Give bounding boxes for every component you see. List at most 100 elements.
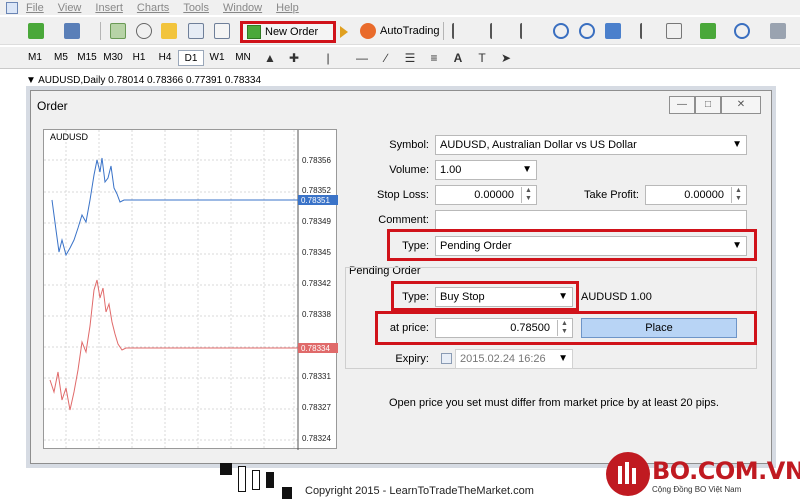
text-label-icon[interactable]: T (472, 51, 492, 65)
take-profit-stepper[interactable]: ▲ ▼ (731, 187, 745, 203)
autotrading-button[interactable]: AutoTrading (360, 23, 440, 39)
price-label: 0.78356 (302, 156, 331, 165)
navigator-icon[interactable] (161, 23, 177, 39)
arrows-tool-icon[interactable]: ➤ (496, 51, 516, 65)
line-chart-icon[interactable] (520, 23, 536, 39)
menu-tools[interactable]: Tools (183, 2, 209, 14)
expert-arrow-icon (340, 26, 348, 38)
menu-file[interactable]: File (26, 2, 44, 14)
price-label: 0.78345 (302, 248, 331, 257)
order-type-select[interactable]: Pending Order ▼ (435, 236, 747, 256)
volume-label: Volume: (389, 164, 429, 176)
place-button[interactable]: Place (581, 318, 737, 338)
pending-type-select[interactable]: Buy Stop ▼ (435, 287, 573, 307)
trendline-icon[interactable]: ∕ (376, 51, 396, 65)
close-button[interactable]: ✕ (721, 96, 761, 114)
timeframe-w1[interactable]: W1 (204, 50, 230, 66)
type-label: Type: (402, 240, 429, 252)
chevron-down-icon: ▼ (522, 164, 532, 175)
market-watch-icon[interactable] (110, 23, 126, 39)
new-order-label: New Order (265, 26, 319, 38)
at-price-stepper[interactable]: ▲ ▼ (557, 320, 571, 336)
expiry-datetime-picker[interactable]: 2015.02.24 16:26 ▼ (455, 349, 573, 369)
grid-lines (44, 130, 298, 450)
price-label: 0.78324 (302, 434, 331, 443)
candlestick-icon[interactable] (490, 23, 506, 39)
new-order-icon (247, 25, 261, 39)
chevron-down-icon: ▼ (732, 240, 742, 251)
price-label: 0.78342 (302, 279, 331, 288)
cursor-icon[interactable]: ▲ (260, 51, 280, 65)
timeframe-toolbar: M1 M5 M15 M30 H1 H4 D1 W1 MN ▲ ✚ | — ∕ ☰… (0, 47, 800, 69)
timeframe-h1[interactable]: H1 (126, 50, 152, 66)
indicators-icon[interactable] (700, 23, 716, 39)
menu-window[interactable]: Window (223, 2, 262, 14)
expiry-value: 2015.02.24 16:26 (460, 353, 546, 365)
comment-input[interactable] (435, 210, 747, 230)
maximize-button[interactable]: □ (695, 96, 721, 114)
crosshair-move-icon[interactable] (136, 23, 152, 39)
candle (220, 463, 232, 475)
take-profit-value: 0.00000 (684, 189, 724, 201)
stop-loss-stepper[interactable]: ▲ ▼ (521, 187, 535, 203)
app-icon (6, 1, 18, 14)
timeframe-m5[interactable]: M5 (48, 50, 74, 66)
terminal-icon[interactable] (188, 23, 204, 39)
pending-symbol-text: AUDUSD 1.00 (581, 291, 652, 303)
stop-loss-value: 0.00000 (474, 189, 514, 201)
volume-select[interactable]: 1.00 ▼ (435, 160, 537, 180)
bid-price-tag-text: 0.78334 (301, 344, 330, 353)
periods-clock-icon[interactable] (734, 23, 750, 39)
brand-name: BO.COM.VN (652, 457, 800, 485)
tile-windows-icon[interactable] (605, 23, 621, 39)
new-chart-icon[interactable] (28, 23, 44, 39)
timeframe-d1[interactable]: D1 (178, 49, 204, 66)
fibonacci-icon[interactable]: ≡ (424, 51, 444, 65)
expiry-label: Expiry: (395, 353, 429, 365)
menu-charts[interactable]: Charts (137, 2, 169, 14)
chart-shift-icon[interactable] (640, 23, 656, 39)
bid-line (49, 279, 298, 411)
stop-loss-input[interactable]: 0.00000 ▲ ▼ (435, 185, 537, 205)
chart-header: ▼ AUDUSD,Daily 0.78014 0.78366 0.77391 0… (26, 75, 261, 86)
timeframe-h4[interactable]: H4 (152, 50, 178, 66)
expiry-checkbox[interactable] (441, 353, 452, 364)
take-profit-input[interactable]: 0.00000 ▲ ▼ (645, 185, 747, 205)
profiles-icon[interactable] (64, 23, 80, 39)
timeframe-mn[interactable]: MN (230, 50, 256, 66)
new-order-button[interactable]: New Order (240, 21, 336, 43)
menu-insert[interactable]: Insert (95, 2, 123, 14)
autotrading-icon (360, 23, 376, 39)
horizontal-line-icon[interactable]: — (352, 51, 372, 65)
vertical-line-icon[interactable]: | (318, 51, 338, 65)
price-label: 0.78352 (302, 186, 331, 195)
menu-view[interactable]: View (58, 2, 82, 14)
timeframe-m30[interactable]: M30 (100, 50, 126, 66)
text-tool-icon[interactable]: A (448, 51, 468, 65)
timeframe-m15[interactable]: M15 (74, 50, 100, 66)
candle (238, 466, 246, 492)
price-label: 0.78349 (302, 217, 331, 226)
toolbar-separator (100, 22, 101, 40)
collapse-icon[interactable]: ▼ (26, 75, 38, 86)
tick-chart-svg: AUDUSD 0.78356 0.78352 0.78349 0.78345 0… (44, 130, 338, 450)
minimize-button[interactable]: — (669, 96, 695, 114)
zoom-out-icon[interactable] (579, 23, 595, 39)
price-label: 0.78327 (302, 403, 331, 412)
price-label: 0.78331 (302, 372, 331, 381)
channel-icon[interactable]: ☰ (400, 51, 420, 65)
chart-header-text: AUDUSD,Daily 0.78014 0.78366 0.77391 0.7… (38, 75, 262, 86)
bar-chart-icon[interactable] (452, 23, 468, 39)
menu-help[interactable]: Help (276, 2, 299, 14)
zoom-in-icon[interactable] (553, 23, 569, 39)
templates-icon[interactable] (770, 23, 786, 39)
crosshair-icon[interactable]: ✚ (284, 51, 304, 65)
at-price-value: 0.78500 (510, 322, 550, 334)
take-profit-label: Take Profit: (583, 189, 639, 201)
strategy-tester-icon[interactable] (214, 23, 230, 39)
at-price-input[interactable]: 0.78500 ▲ ▼ (435, 318, 573, 338)
tick-chart: AUDUSD 0.78356 0.78352 0.78349 0.78345 0… (43, 129, 338, 450)
auto-scroll-icon[interactable] (666, 23, 682, 39)
timeframe-m1[interactable]: M1 (22, 50, 48, 66)
symbol-select[interactable]: AUDUSD, Australian Dollar vs US Dollar ▼ (435, 135, 747, 155)
